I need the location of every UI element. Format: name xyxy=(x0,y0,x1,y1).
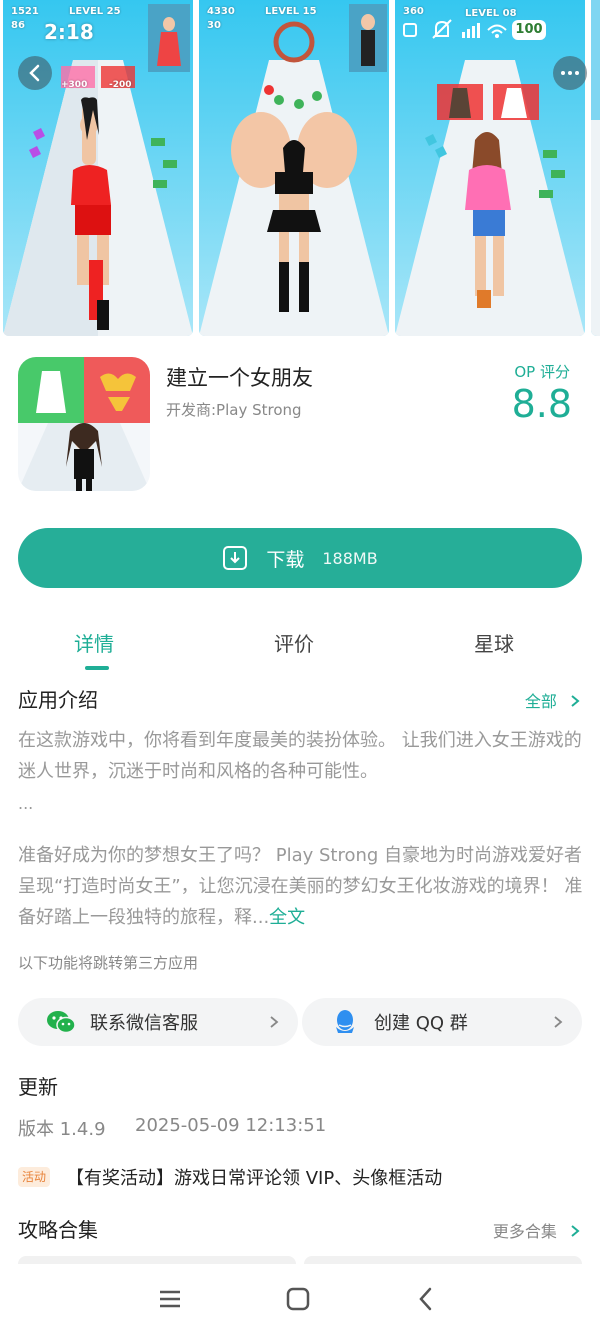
activity-link[interactable]: 【有奖活动】游戏日常评论领 VIP、头像框活动 xyxy=(66,1164,442,1190)
guide-card-2[interactable] xyxy=(304,1256,582,1264)
more-dots-icon xyxy=(561,71,579,75)
coin-counter: 4330 xyxy=(207,6,235,17)
status-icons: 100 xyxy=(400,18,580,42)
qq-group-button[interactable]: 创建 QQ 群 xyxy=(302,998,582,1046)
full-text-link[interactable]: 全文 xyxy=(269,907,305,928)
intro-paragraph-1: 在这款游戏中，你将看到年度最美的装扮体验。 让我们进入女王游戏的迷人世界，沉迷于… xyxy=(18,730,582,782)
wechat-icon xyxy=(47,1011,76,1034)
score-label: OP 评分 xyxy=(514,363,570,381)
app-logo-icon xyxy=(18,357,150,491)
tab-reviews[interactable]: 评价 xyxy=(274,628,314,657)
chevron-right-icon xyxy=(571,695,580,707)
guides-more-label: 更多合集 xyxy=(492,1222,557,1241)
intro-ellipsis: ... xyxy=(18,794,34,813)
chevron-right-icon xyxy=(571,1225,580,1237)
intro-title: 应用介绍 xyxy=(18,688,98,712)
qq-penguin-icon xyxy=(336,1010,354,1033)
game-scene-1 xyxy=(3,0,193,336)
guide-card-1[interactable] xyxy=(18,1256,296,1264)
chevron-left-icon xyxy=(29,64,40,82)
tab-details[interactable]: 详情 xyxy=(74,628,114,657)
guide-cards-row xyxy=(18,1256,582,1264)
intro-more-label: 全部 xyxy=(524,692,557,711)
chevron-right-icon xyxy=(270,1016,279,1028)
gem-counter: 30 xyxy=(207,20,221,31)
wechat-service-button[interactable]: 联系微信客服 xyxy=(18,998,298,1046)
status-time: 2:18 xyxy=(44,20,94,44)
gate-right-value: -200 xyxy=(109,80,132,90)
screenshot-2[interactable]: 4330 30 LEVEL 15 xyxy=(199,0,389,336)
guides-more-link[interactable]: 更多合集 xyxy=(493,1218,582,1242)
battery-indicator: 100 xyxy=(512,20,546,40)
status-indicators-icon xyxy=(403,19,507,39)
update-title: 更新 xyxy=(18,1075,58,1099)
gem-counter: 86 xyxy=(11,20,25,31)
app-icon xyxy=(18,357,150,491)
update-date: 2025-05-09 12:13:51 xyxy=(135,1115,327,1136)
screenshot-4-peek[interactable] xyxy=(591,0,600,336)
qq-group-label: 创建 QQ 群 xyxy=(374,1013,468,1034)
level-label: LEVEL 25 xyxy=(69,6,121,17)
download-size: 188MB xyxy=(322,548,378,568)
coin-counter: 360 xyxy=(403,6,424,17)
app-score: 8.8 xyxy=(511,382,572,426)
system-nav-bar xyxy=(0,1268,600,1333)
back-arrow-icon[interactable] xyxy=(411,1284,441,1314)
screenshot-1[interactable]: 1521 86 LEVEL 25 +300 -200 xyxy=(3,0,193,336)
activity-badge: 活动 xyxy=(18,1167,51,1187)
guides-title: 攻略合集 xyxy=(18,1218,98,1242)
intro-more-link[interactable]: 全部 xyxy=(525,688,582,712)
game-scene-2 xyxy=(199,0,389,336)
tab-planet[interactable]: 星球 xyxy=(474,628,514,657)
screenshot-3[interactable]: 360 LEVEL 08 xyxy=(395,0,585,336)
home-icon[interactable] xyxy=(283,1284,313,1314)
intro-paragraph-2: 准备好成为你的梦想女王了吗？ Play Strong 自豪地为时尚游戏爱好者呈现… xyxy=(18,840,584,933)
download-label: 下载 xyxy=(266,548,305,571)
game-scene-3 xyxy=(395,0,585,336)
screenshot-carousel[interactable]: 1521 86 LEVEL 25 +300 -200 4330 30 LEVEL… xyxy=(0,0,600,340)
menu-icon[interactable] xyxy=(155,1284,185,1314)
coin-counter: 1521 xyxy=(11,6,39,17)
level-label: LEVEL 15 xyxy=(265,6,317,17)
app-title: 建立一个女朋友 xyxy=(166,366,313,390)
tab-indicator xyxy=(85,666,109,670)
chevron-right-icon xyxy=(554,1016,563,1028)
download-icon xyxy=(223,546,248,570)
back-button[interactable] xyxy=(18,56,52,90)
gate-left-value: +300 xyxy=(61,80,88,90)
download-button[interactable]: 下载 188MB xyxy=(18,528,582,588)
more-button[interactable] xyxy=(553,56,587,90)
app-developer: 开发商:Play Strong xyxy=(166,401,302,419)
wechat-service-label: 联系微信客服 xyxy=(90,1013,198,1034)
third-party-note: 以下功能将跳转第三方应用 xyxy=(18,954,199,972)
version-number: 版本 1.4.9 xyxy=(18,1119,106,1140)
